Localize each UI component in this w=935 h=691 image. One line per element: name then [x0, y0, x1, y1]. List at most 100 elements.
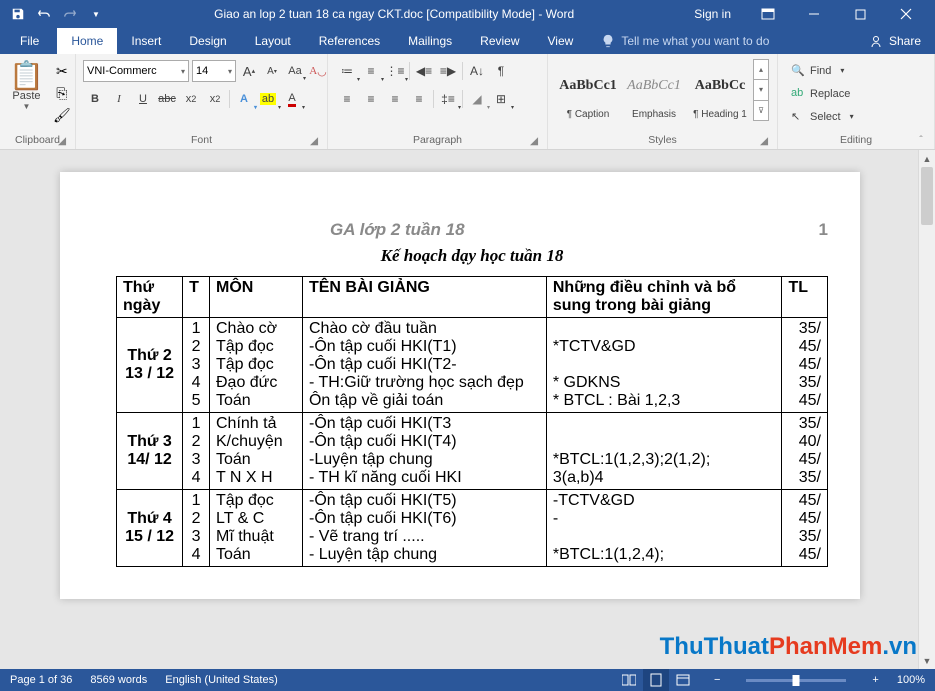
styles-scroll[interactable]: ▴▾⊽ — [753, 59, 769, 121]
tab-mailings[interactable]: Mailings — [394, 28, 466, 54]
table-cell: 1 2 3 4 5 — [183, 318, 210, 413]
font-color-button[interactable]: A▾ — [280, 88, 304, 110]
show-marks-button[interactable]: ¶ — [489, 60, 513, 82]
share-label: Share — [889, 34, 921, 48]
grow-font-button[interactable]: A▴ — [239, 61, 259, 81]
redo-icon[interactable] — [58, 2, 82, 26]
undo-icon[interactable] — [32, 2, 56, 26]
italic-button[interactable]: I — [107, 88, 131, 110]
share-button[interactable]: Share — [855, 28, 935, 54]
table-cell: 35/ 40/ 45/ 35/ — [782, 413, 828, 490]
style-emphasis[interactable]: AaBbCc1Emphasis — [621, 59, 687, 123]
clipboard-group-label: Clipboard — [15, 134, 60, 146]
tab-insert[interactable]: Insert — [117, 28, 175, 54]
select-button[interactable]: ↖Select▾ — [787, 106, 858, 127]
line-spacing-button[interactable]: ‡≡▾ — [436, 88, 460, 110]
find-icon: 🔍 — [791, 64, 805, 78]
table-cell: 45/ 45/ 35/ 45/ — [782, 490, 828, 567]
tab-design[interactable]: Design — [175, 28, 240, 54]
launcher-icon[interactable]: ◢ — [758, 135, 770, 147]
table-cell: Chào cờ đầu tuần -Ôn tập cuối HKI(T1) -Ô… — [302, 318, 546, 413]
scroll-down-icon[interactable]: ▼ — [919, 652, 935, 669]
replace-button[interactable]: abReplace — [787, 83, 858, 104]
tab-home[interactable]: Home — [57, 28, 117, 54]
underline-button[interactable]: U — [131, 88, 155, 110]
clear-format-button[interactable]: A◡ — [308, 61, 328, 81]
align-left-button[interactable]: ≡ — [335, 88, 359, 110]
copy-icon[interactable]: ⎘ — [52, 83, 72, 103]
scroll-up-icon[interactable]: ▲ — [919, 150, 935, 167]
tab-references[interactable]: References — [305, 28, 394, 54]
superscript-button[interactable]: x2 — [203, 88, 227, 110]
table-cell: Chính tả K/chuyện Toán T N X H — [209, 413, 302, 490]
align-center-button[interactable]: ≡ — [359, 88, 383, 110]
sort-button[interactable]: A↓ — [465, 60, 489, 82]
font-size-select[interactable]: 14▾ — [192, 60, 236, 82]
bullets-button[interactable]: ≔▾ — [335, 60, 359, 82]
text-effects-button[interactable]: A▾ — [232, 88, 256, 110]
align-right-button[interactable]: ≡ — [383, 88, 407, 110]
print-layout-icon[interactable] — [643, 669, 669, 691]
select-icon: ↖ — [791, 110, 805, 124]
shading-button[interactable]: ◢▾ — [465, 88, 489, 110]
tab-layout[interactable]: Layout — [241, 28, 305, 54]
minimize-icon[interactable] — [791, 0, 837, 28]
ribbon-options-icon[interactable] — [745, 0, 791, 28]
document-area[interactable]: GA lớp 2 tuần 18 1 Kế hoạch dạy học tuần… — [0, 150, 935, 669]
vertical-scrollbar[interactable]: ▲ ▼ — [918, 150, 935, 669]
tab-view[interactable]: View — [534, 28, 588, 54]
zoom-level[interactable]: 100% — [897, 674, 925, 686]
format-painter-icon[interactable]: 🖌 — [52, 105, 72, 125]
maximize-icon[interactable] — [837, 0, 883, 28]
read-mode-icon[interactable] — [616, 669, 642, 691]
shrink-font-button[interactable]: A▾ — [262, 61, 282, 81]
close-icon[interactable] — [883, 0, 929, 28]
tab-review[interactable]: Review — [466, 28, 533, 54]
table-cell: *BTCL:1(1,2,3);2(1,2); 3(a,b)4 — [546, 413, 782, 490]
borders-button[interactable]: ⊞▾ — [489, 88, 513, 110]
justify-button[interactable]: ≡ — [407, 88, 431, 110]
find-button[interactable]: 🔍Find▾ — [787, 60, 858, 81]
decrease-indent-button[interactable]: ◀≡ — [412, 60, 436, 82]
styles-gallery[interactable]: AaBbCc1¶ Caption AaBbCc1Emphasis AaBbCc¶… — [553, 57, 771, 123]
sign-in-link[interactable]: Sign in — [680, 7, 745, 21]
change-case-button[interactable]: Aa▾ — [285, 61, 305, 81]
paste-button[interactable]: 📋 Paste ▼ — [5, 57, 48, 111]
web-layout-icon[interactable] — [670, 669, 696, 691]
subscript-button[interactable]: x2 — [179, 88, 203, 110]
language[interactable]: English (United States) — [165, 674, 278, 686]
style-heading1[interactable]: AaBbCc¶ Heading 1 — [687, 59, 753, 123]
styles-group-label: Styles — [648, 134, 677, 146]
style-caption[interactable]: AaBbCc1¶ Caption — [555, 59, 621, 123]
lightbulb-icon — [601, 34, 615, 48]
launcher-icon[interactable]: ◢ — [308, 135, 320, 147]
cut-icon[interactable]: ✂ — [52, 61, 72, 81]
multilevel-button[interactable]: ⋮≡▾ — [383, 60, 407, 82]
tell-me-search[interactable]: Tell me what you want to do — [587, 28, 769, 54]
share-icon — [869, 34, 883, 48]
highlight-button[interactable]: ab▾ — [256, 88, 280, 110]
word-count[interactable]: 8569 words — [90, 674, 147, 686]
save-icon[interactable] — [6, 2, 30, 26]
scroll-thumb[interactable] — [921, 167, 933, 225]
zoom-in-button[interactable]: + — [872, 674, 878, 686]
paste-label: Paste — [12, 90, 40, 102]
bold-button[interactable]: B — [83, 88, 107, 110]
qat-dropdown-icon[interactable]: ▼ — [84, 2, 108, 26]
launcher-icon[interactable]: ◢ — [528, 135, 540, 147]
zoom-slider[interactable] — [746, 679, 846, 682]
page-count[interactable]: Page 1 of 36 — [10, 674, 72, 686]
document-title: Kế hoạch dạy học tuần 18 — [116, 246, 828, 266]
collapse-ribbon-icon[interactable]: ˆ — [909, 131, 933, 149]
font-name-value: VNI-Commerc — [87, 65, 157, 77]
increase-indent-button[interactable]: ≡▶ — [436, 60, 460, 82]
tab-file[interactable]: File — [2, 28, 57, 54]
numbering-button[interactable]: ≡▾ — [359, 60, 383, 82]
table-cell: Tập đọc LT & C Mĩ thuật Toán — [209, 490, 302, 567]
replace-icon: ab — [791, 87, 805, 101]
zoom-out-button[interactable]: − — [714, 674, 720, 686]
launcher-icon[interactable]: ◢ — [56, 135, 68, 147]
strikethrough-button[interactable]: abc — [155, 88, 179, 110]
header-page-number: 1 — [819, 220, 828, 240]
font-name-select[interactable]: VNI-Commerc▾ — [83, 60, 189, 82]
